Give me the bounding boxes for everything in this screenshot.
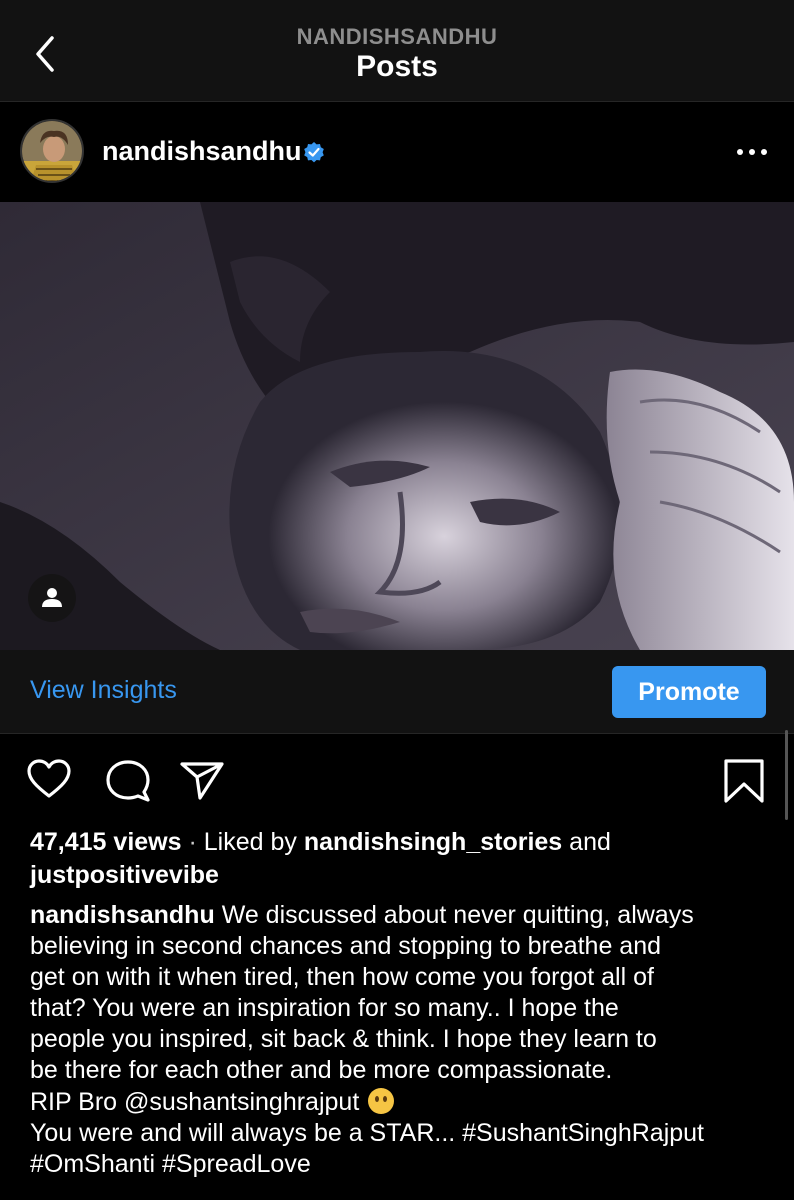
top-nav-bar: NANDISHSANDHU Posts — [0, 0, 794, 102]
liked-by-other[interactable]: justpositivevibe — [30, 861, 219, 889]
rip-text: RIP Bro @sushantsinghrajput — [30, 1088, 360, 1116]
heart-icon[interactable] — [26, 758, 72, 800]
caption-hashtags[interactable]: #OmShanti #SpreadLove — [30, 1149, 780, 1180]
post-caption: nandishsandhu We discussed about never q… — [30, 900, 780, 1180]
post-username[interactable]: nandishsandhu — [102, 136, 302, 167]
post-image[interactable] — [0, 202, 794, 650]
caption-text: We discussed about never quitting, alway… — [221, 901, 694, 929]
view-count[interactable]: 47,415 views — [30, 828, 182, 856]
more-options-icon[interactable] — [734, 142, 770, 162]
tagged-people-button[interactable] — [28, 574, 76, 622]
caption-line: people you inspired, sit back & think. I… — [30, 1025, 657, 1053]
face-without-mouth-emoji-icon — [368, 1088, 395, 1114]
liked-by-label: Liked by — [203, 828, 297, 856]
caption-line: be there for each other and be more comp… — [30, 1056, 613, 1084]
post-header: nandishsandhu — [0, 102, 794, 202]
liked-by-user[interactable]: nandishsingh_stories — [304, 828, 562, 856]
caption-line: nandishsandhu We discussed about never q… — [30, 900, 780, 931]
caption-line: that? You were an inspiration for so man… — [30, 994, 619, 1022]
caption-username[interactable]: nandishsandhu — [30, 901, 215, 929]
page-title: Posts — [356, 50, 438, 83]
likes-summary: 47,415 views · Liked by nandishsingh_sto… — [30, 826, 770, 892]
promote-button[interactable]: Promote — [612, 666, 766, 718]
account-name: NANDISHSANDHU — [296, 24, 498, 49]
scrollbar[interactable] — [785, 730, 788, 820]
caption-line: RIP Bro @sushantsinghrajput — [30, 1086, 780, 1118]
separator: · — [188, 828, 197, 856]
verified-badge-icon — [304, 142, 324, 163]
avatar[interactable] — [20, 119, 84, 183]
caption-line: You were and will always be a STAR... #S… — [30, 1119, 704, 1147]
view-insights-link[interactable]: View Insights — [30, 676, 177, 705]
paper-plane-icon[interactable] — [178, 758, 226, 802]
tagged-person-icon — [42, 588, 62, 607]
caption-line: get on with it when tired, then how come… — [30, 963, 654, 991]
caption-line: believing in second chances and stopping… — [30, 932, 662, 960]
liked-by-and: and — [569, 828, 611, 856]
insights-bar: View Insights Promote — [0, 650, 794, 734]
bookmark-icon[interactable] — [722, 758, 766, 804]
comment-icon[interactable] — [104, 758, 152, 802]
